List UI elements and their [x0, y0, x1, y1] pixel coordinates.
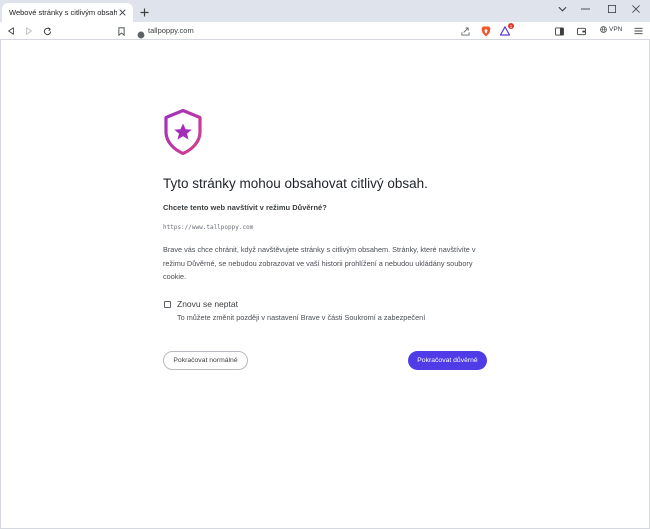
wallet-icon[interactable] — [574, 24, 588, 38]
vpn-label: VPN — [609, 26, 623, 33]
url-text[interactable]: tallpoppy.com — [148, 26, 194, 35]
tab-title: Webové stránky s citlivým obsahem — [9, 8, 117, 17]
dont-ask-again-label[interactable]: Znovu se neptat — [177, 299, 238, 309]
vpn-button[interactable]: VPN — [600, 26, 622, 33]
dont-ask-again-row[interactable]: Znovu se neptat — [164, 299, 238, 309]
sidebar-toggle-icon[interactable] — [552, 24, 566, 38]
target-url: https://www.tallpoppy.com — [163, 224, 254, 231]
toolbar: tallpoppy.com 1 VPN — [0, 22, 650, 40]
page-title: Tyto stránky mohou obsahovat citlivý obs… — [163, 176, 428, 191]
window-border-left — [0, 40, 1, 529]
tab-active[interactable]: Webové stránky s citlivým obsahem — [2, 3, 133, 22]
share-icon[interactable] — [458, 24, 472, 38]
tab-strip: Webové stránky s citlivým obsahem — [0, 0, 650, 22]
dont-ask-again-hint: To můžete změnit později v nastavení Bra… — [177, 313, 426, 322]
description-text: Brave vás chce chránit, když navštěvujet… — [163, 245, 476, 281]
shield-star-icon — [164, 108, 202, 156]
rewards-count-badge: 1 — [508, 23, 514, 29]
close-window-icon[interactable] — [622, 0, 650, 17]
new-tab-icon[interactable] — [137, 5, 151, 19]
close-tab-icon[interactable] — [117, 8, 127, 18]
reload-icon[interactable] — [40, 24, 54, 38]
forward-icon[interactable] — [22, 24, 36, 38]
back-icon[interactable] — [4, 24, 18, 38]
continue-private-button[interactable]: Pokračovat důvěrně — [408, 351, 487, 370]
continue-normally-button[interactable]: Pokračovat normálně — [163, 351, 248, 370]
site-info-icon[interactable] — [137, 26, 145, 44]
globe-icon — [600, 26, 607, 33]
bookmark-icon[interactable] — [114, 24, 128, 38]
brave-shields-icon[interactable] — [479, 24, 493, 38]
minimize-icon[interactable] — [571, 0, 599, 17]
dont-ask-again-checkbox[interactable] — [164, 300, 171, 308]
address-bar[interactable]: tallpoppy.com — [131, 23, 501, 39]
menu-icon[interactable] — [631, 24, 645, 38]
page-subtitle: Chcete tento web navštívit v režimu Důvě… — [163, 203, 327, 212]
